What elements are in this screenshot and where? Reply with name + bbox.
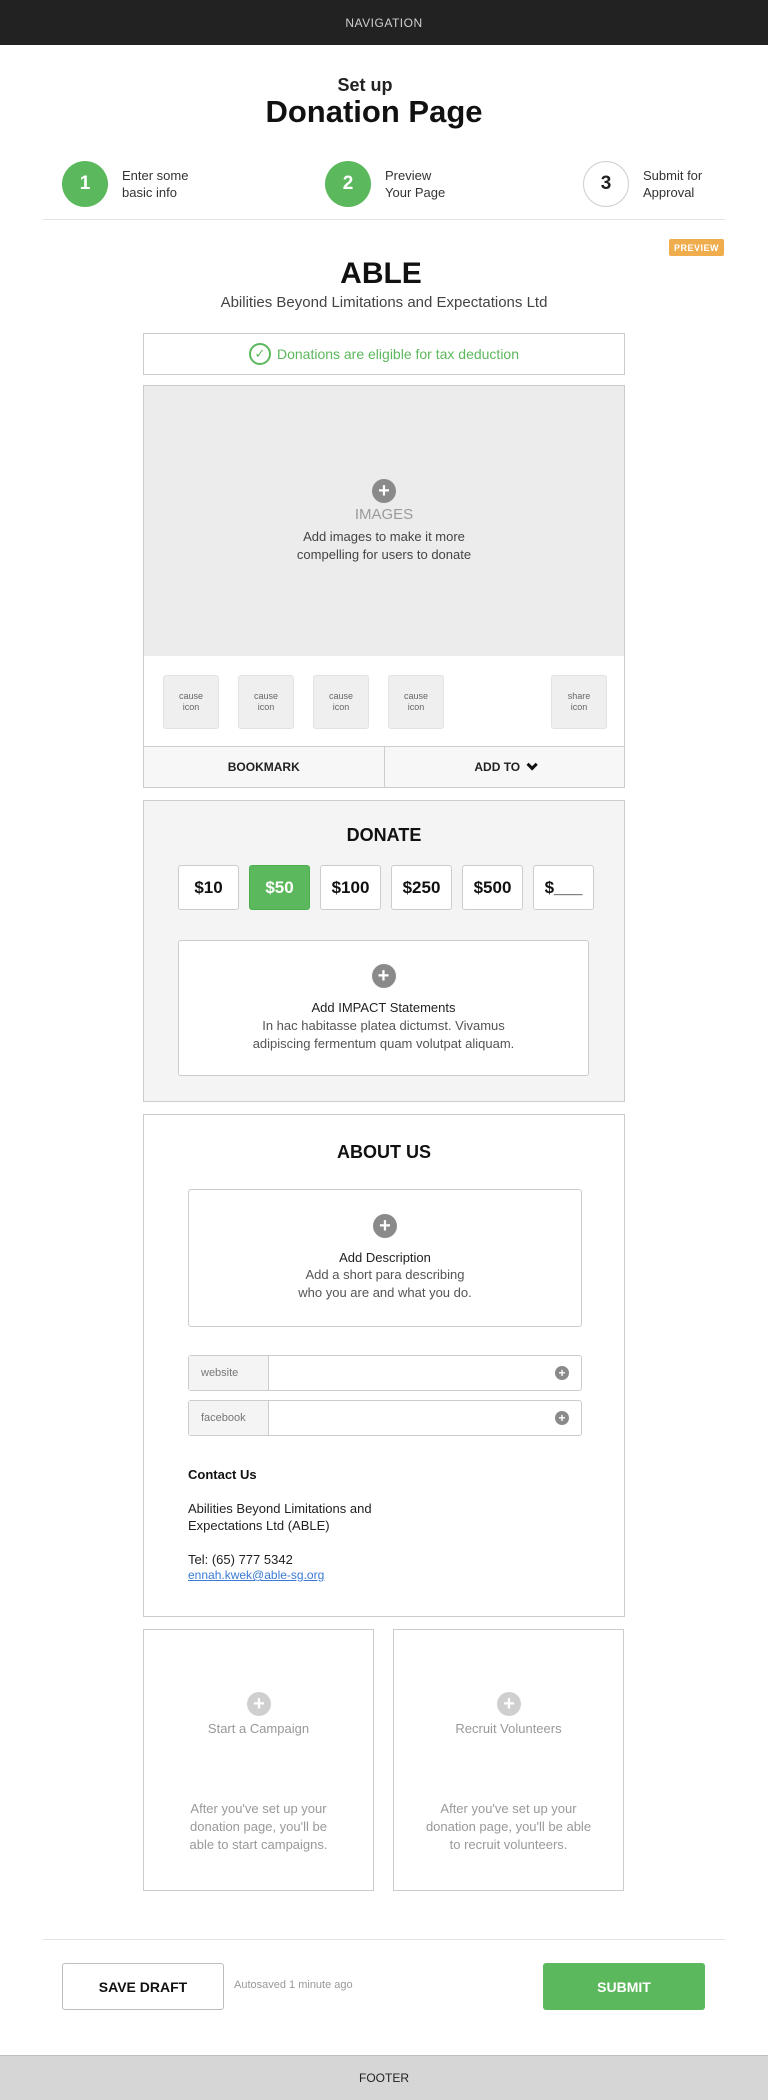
description-title: Add Description [339, 1250, 431, 1265]
recruit-volunteers-card[interactable]: + Recruit Volunteers After you've set up… [393, 1629, 624, 1891]
step-3-label: Submit for Approval [643, 168, 703, 200]
images-upload-area[interactable]: + IMAGES Add images to make it more comp… [143, 385, 625, 657]
check-circle-icon: ✓ [248, 343, 271, 365]
add-description-icon[interactable]: + [373, 1214, 397, 1238]
about-us-panel: ABOUT US + Add Description Add a short p… [143, 1114, 625, 1617]
page-actions: BOOKMARK ADD TO [143, 746, 625, 788]
cause-icon[interactable]: cause icon [163, 675, 219, 729]
step-1[interactable]: 1 Enter some basic info [62, 161, 212, 207]
donation-amounts: $10 $50 $100 $250 $500 $___ [178, 865, 594, 910]
volunteers-description: After you've set up your donation page, … [425, 1801, 592, 1852]
facebook-field[interactable]: facebook + [188, 1400, 582, 1436]
submit-button[interactable]: SUBMIT [543, 1963, 705, 2010]
add-to-button[interactable]: ADD TO [383, 747, 625, 787]
cause-icon[interactable]: cause icon [238, 675, 294, 729]
donate-panel: DONATE $10 $50 $100 $250 $500 $___ + Add… [143, 800, 625, 1102]
description-box[interactable]: + Add Description Add a short para descr… [188, 1189, 582, 1327]
step-3[interactable]: 3 Submit for Approval [583, 161, 733, 207]
save-draft-button[interactable]: SAVE DRAFT [62, 1963, 224, 2010]
share-icon[interactable]: share icon [551, 675, 607, 729]
amount-option[interactable]: $250 [391, 865, 452, 910]
facebook-input[interactable] [269, 1401, 555, 1435]
add-website-icon[interactable]: + [555, 1366, 569, 1380]
description-text: Add a short para describing who you are … [298, 1267, 472, 1300]
page-title: Donation Page [265, 94, 483, 129]
start-campaign-card[interactable]: + Start a Campaign After you've set up y… [143, 1629, 374, 1891]
donate-title: DONATE [346, 825, 422, 845]
add-impact-icon[interactable]: + [371, 963, 396, 988]
save-draft-label: SAVE DRAFT [98, 1978, 188, 1995]
step-1-number: 1 [62, 161, 108, 207]
amount-option[interactable]: $10 [178, 865, 239, 910]
contact-org: Abilities Beyond Limitations and Expecta… [188, 1501, 372, 1533]
cause-icon[interactable]: cause icon [388, 675, 444, 729]
submit-label: SUBMIT [597, 1978, 651, 1995]
website-field[interactable]: website + [188, 1355, 582, 1391]
tax-deduction-text: Donations are eligible for tax deduction [276, 346, 520, 362]
add-images-icon[interactable]: + [372, 478, 396, 503]
bottom-divider [43, 1939, 725, 1940]
add-facebook-icon[interactable]: + [555, 1411, 569, 1425]
amount-option[interactable]: $100 [320, 865, 381, 910]
org-name: ABLE [340, 257, 422, 290]
step-3-number: 3 [583, 161, 629, 207]
images-title: IMAGES [354, 505, 414, 523]
footer-label: FOOTER [359, 2071, 409, 2085]
tax-deduction-notice: ✓ Donations are eligible for tax deducti… [143, 333, 625, 375]
org-full-name: Abilities Beyond Limitations and Expecta… [220, 294, 548, 311]
step-2[interactable]: 2 Preview Your Page [325, 161, 475, 207]
top-navigation[interactable]: NAVIGATION [0, 0, 768, 45]
bookmark-button[interactable]: BOOKMARK [144, 747, 384, 787]
page-subtitle: Set up [337, 75, 393, 95]
navigation-label: NAVIGATION [345, 15, 423, 30]
images-description: Add images to make it more compelling fo… [296, 528, 472, 562]
custom-amount-option[interactable]: $___ [533, 865, 594, 910]
add-campaign-icon: + [247, 1692, 271, 1716]
contact-email-link[interactable]: ennah.kwek@able-sg.org [188, 1568, 324, 1582]
website-input[interactable] [269, 1356, 555, 1390]
facebook-label: facebook [189, 1401, 269, 1435]
autosave-status: Autosaved 1 minute ago [234, 1979, 353, 1991]
amount-option-selected[interactable]: $50 [249, 865, 310, 910]
impact-title: Add IMPACT Statements [311, 999, 456, 1015]
step-2-label: Preview Your Page [385, 168, 446, 200]
add-to-label: ADD TO [474, 760, 521, 774]
volunteers-title: Recruit Volunteers [455, 1721, 562, 1736]
impact-description: In hac habitasse platea dictumst. Vivamu… [252, 1017, 515, 1051]
chevron-down-icon [526, 759, 538, 771]
cause-icon[interactable]: cause icon [313, 675, 369, 729]
website-label: website [189, 1356, 269, 1390]
footer: FOOTER [0, 2055, 768, 2100]
icon-strip: cause icon cause icon cause icon cause i… [143, 656, 625, 747]
amount-option[interactable]: $500 [462, 865, 523, 910]
contact-phone: Tel: (65) 777 5342 [188, 1552, 293, 1567]
contact-title: Contact Us [188, 1467, 257, 1482]
bookmark-label: BOOKMARK [227, 760, 300, 774]
campaign-description: After you've set up your donation page, … [189, 1801, 328, 1852]
add-volunteers-icon: + [497, 1692, 521, 1716]
steps-divider [43, 219, 725, 220]
step-2-number: 2 [325, 161, 371, 207]
impact-statements-box[interactable]: + Add IMPACT Statements In hac habitasse… [178, 940, 589, 1076]
preview-badge: PREVIEW [669, 239, 724, 256]
campaign-title: Start a Campaign [207, 1721, 310, 1736]
about-us-title: ABOUT US [337, 1142, 431, 1162]
step-1-label: Enter some basic info [122, 168, 189, 200]
